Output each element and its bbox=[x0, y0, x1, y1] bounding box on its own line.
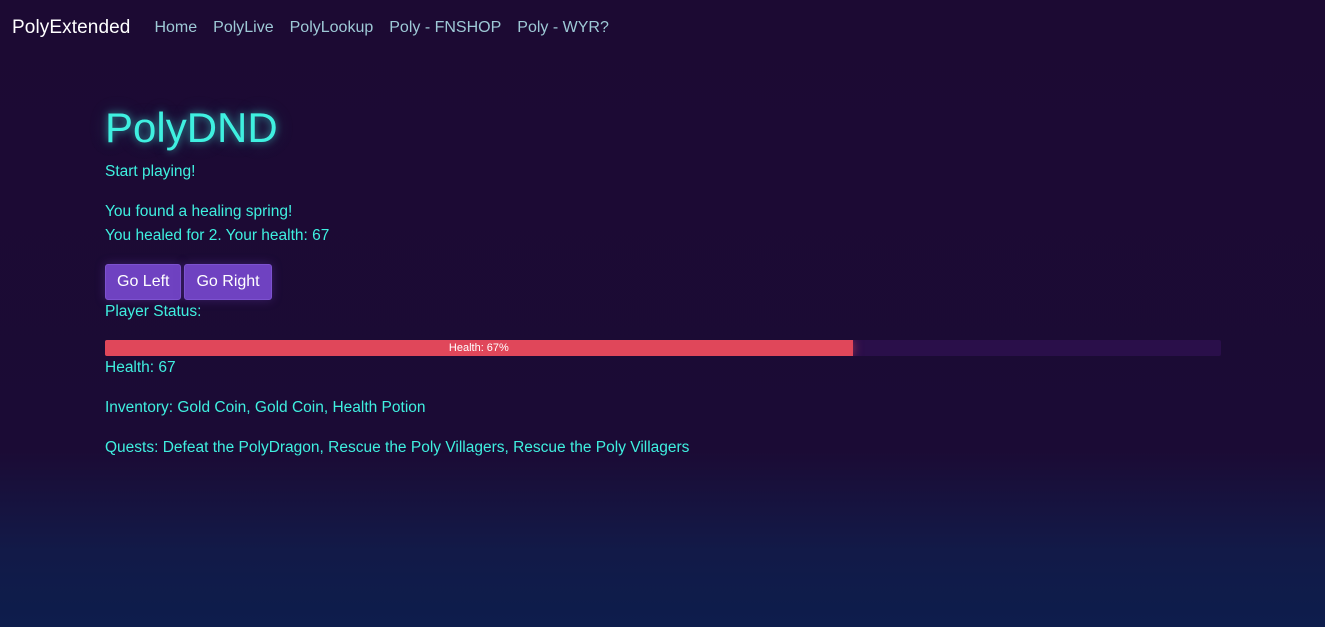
nav-links: Home PolyLive PolyLookup Poly - FNSHOP P… bbox=[154, 19, 624, 37]
page-title: PolyDND bbox=[105, 104, 278, 151]
health-progress: Health: 67% bbox=[105, 340, 1221, 356]
health-text: Health: 67 bbox=[105, 359, 176, 376]
quests-text: Quests: Defeat the PolyDragon, Rescue th… bbox=[105, 439, 690, 456]
event-message: You found a healing spring! bbox=[105, 203, 293, 220]
heal-message: You healed for 2. Your health: 67 bbox=[105, 227, 330, 244]
player-status-label: Player Status: bbox=[105, 303, 202, 320]
go-left-button[interactable]: Go Left bbox=[105, 264, 182, 300]
start-text: Start playing! bbox=[105, 163, 196, 180]
navbar: PolyExtended Home PolyLive PolyLookup Po… bbox=[0, 0, 1325, 56]
go-right-button[interactable]: Go Right bbox=[184, 264, 272, 300]
brand-link[interactable]: PolyExtended bbox=[12, 17, 130, 39]
direction-buttons: Go Left Go Right bbox=[105, 264, 275, 300]
nav-link-polylookup[interactable]: PolyLookup bbox=[290, 19, 374, 37]
nav-link-fnshop[interactable]: Poly - FNSHOP bbox=[389, 19, 501, 37]
nav-link-home[interactable]: Home bbox=[154, 19, 197, 37]
health-progress-bar: Health: 67% bbox=[105, 340, 853, 356]
inventory-text: Inventory: Gold Coin, Gold Coin, Health … bbox=[105, 399, 426, 416]
nav-link-polylive[interactable]: PolyLive bbox=[213, 19, 273, 37]
nav-link-wyr[interactable]: Poly - WYR? bbox=[517, 19, 609, 37]
